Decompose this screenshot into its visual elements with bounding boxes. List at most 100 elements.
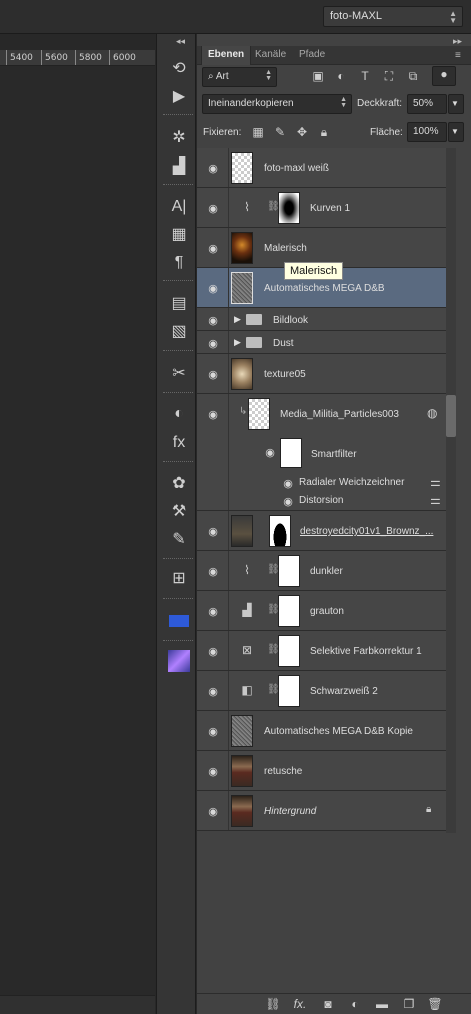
history-icon[interactable]: ⟲ [167, 58, 191, 80]
filter-blending-icon[interactable]: ⚌ [430, 493, 441, 507]
3d-icon[interactable]: ▦ [167, 224, 191, 246]
eye-icon[interactable]: ◉ [206, 282, 220, 295]
layer-row[interactable]: ◉ ◧ ⛓ Schwarzweiß 2 [197, 671, 456, 711]
lock-pixels-icon[interactable]: ✎ [272, 125, 288, 139]
group-name: Bildlook [273, 315, 309, 326]
lock-transparent-icon[interactable]: ▦ [250, 125, 266, 139]
text-note-icon[interactable]: ▧ [167, 321, 191, 343]
filter-smart-icon[interactable]: ⧉ [405, 69, 421, 84]
smart-filter-indicator-icon[interactable]: ◍ [427, 406, 437, 420]
add-mask-icon[interactable]: ◙ [319, 997, 337, 1011]
layer-row[interactable]: ◉ ⌇ ⛓ Kurven 1 [197, 188, 456, 228]
tool-presets-icon[interactable]: ✂ [167, 363, 191, 385]
eye-icon[interactable]: ◉ [206, 314, 220, 327]
lock-position-icon[interactable]: ✥ [294, 125, 310, 139]
filter-shape-icon[interactable]: ⛶ [381, 69, 397, 84]
opacity-input[interactable]: 50% [407, 94, 447, 114]
eye-icon[interactable]: ◉ [206, 525, 220, 538]
smart-object-row[interactable]: ◉ ↳ Media_Militia_Particles003 ◍ ◉ Smart… [197, 394, 456, 511]
navigator-icon[interactable]: ✲ [167, 127, 191, 149]
grid-icon[interactable]: ⊞ [167, 568, 191, 590]
layer-mask-thumbnail [278, 635, 300, 667]
filter-type-icon[interactable]: T [357, 69, 373, 83]
layer-row[interactable]: ◉ destroyedcity01v1_Brownz_... [197, 511, 456, 551]
new-layer-icon[interactable]: ❐ [400, 997, 418, 1011]
clone-source-icon[interactable]: ⚒ [167, 501, 191, 523]
eye-icon[interactable]: ◉ [206, 368, 220, 381]
filter-adjustment-icon[interactable]: ◐ [333, 69, 349, 83]
eye-icon[interactable]: ◉ [206, 242, 220, 255]
panel-menu-icon[interactable]: ≡ [455, 50, 461, 61]
layer-name: Malerisch [264, 243, 307, 254]
eye-icon[interactable]: ◉ [206, 337, 220, 350]
document-canvas[interactable] [0, 66, 155, 996]
new-group-icon[interactable]: ▬ [373, 997, 391, 1011]
eye-icon[interactable]: ◉ [206, 202, 220, 215]
tab-kanaele[interactable]: Kanäle [249, 46, 292, 65]
eye-icon[interactable]: ◉ [206, 565, 220, 578]
layer-row[interactable]: ◉ ⊠ ⛓ Selektive Farbkorrektur 1 [197, 631, 456, 671]
histogram-icon[interactable]: ▟ [167, 156, 191, 178]
eye-icon[interactable]: ◉ [281, 477, 295, 490]
paragraph-icon[interactable]: ¶ [167, 252, 191, 274]
layers-scrollbar[interactable] [446, 148, 456, 833]
layer-name: texture05 [264, 369, 306, 380]
swatch-icon[interactable] [167, 610, 191, 632]
notes-icon[interactable]: ▤ [167, 293, 191, 315]
brush-icon[interactable]: ✎ [167, 529, 191, 551]
layer-row[interactable]: ◉ texture05 [197, 354, 456, 394]
tab-pfade[interactable]: Pfade [293, 46, 331, 65]
eye-icon[interactable]: ◉ [206, 805, 220, 818]
styles-icon[interactable]: fx [167, 432, 191, 454]
tab-ebenen[interactable]: Ebenen [201, 46, 252, 65]
layer-row[interactable]: ◉ ⌇ ⛓ dunkler [197, 551, 456, 591]
delete-layer-icon[interactable]: 🗑︎ [426, 997, 444, 1011]
lock-all-icon[interactable]: 🔒︎ [316, 125, 332, 140]
layer-row[interactable]: ◉ Automatisches MEGA D&B Kopie [197, 711, 456, 751]
expand-triangle-icon[interactable]: ▶ [234, 337, 241, 348]
layer-thumbnail [231, 795, 253, 827]
play-action-icon[interactable]: ▶ [167, 86, 191, 108]
layer-row[interactable]: ◉ foto-maxl weiß [197, 148, 456, 188]
link-layers-icon[interactable]: ⛓ [264, 997, 282, 1011]
character-icon[interactable]: A| [167, 196, 191, 218]
blend-mode-select[interactable]: Ineinanderkopieren ▲ ▼ [202, 94, 352, 114]
layer-name: dunkler [310, 566, 343, 577]
eye-icon[interactable]: ◉ [206, 605, 220, 618]
eye-icon[interactable]: ◉ [281, 495, 295, 508]
filter-pixel-icon[interactable]: ▣ [310, 69, 326, 83]
eye-icon[interactable]: ◉ [206, 408, 220, 421]
layer-thumbnail [231, 272, 253, 304]
eye-icon[interactable]: ◉ [206, 725, 220, 738]
brush-presets-icon[interactable]: ✿ [167, 473, 191, 495]
layer-name: foto-maxl weiß [264, 163, 330, 174]
eye-icon[interactable]: ◉ [206, 162, 220, 175]
fill-input[interactable]: 100% [407, 122, 447, 142]
eye-icon[interactable]: ◉ [206, 765, 220, 778]
group-row[interactable]: ◉ ▶ Bildlook [197, 308, 456, 331]
collapse-strip-icon[interactable]: ◂◂ [176, 36, 185, 47]
eye-icon[interactable]: ◉ [263, 446, 277, 459]
curves-icon: ⌇ [244, 563, 250, 577]
workspace-select[interactable]: foto-MAXL ▲ ▼ [323, 6, 463, 27]
plugin-icon[interactable] [167, 650, 191, 672]
scrollbar-thumb[interactable] [446, 395, 456, 437]
filter-kind-select[interactable]: ⌕ Art ▲ ▼ [202, 67, 277, 87]
canvas-scrollbar[interactable] [0, 995, 155, 1014]
layer-thumbnail [231, 755, 253, 787]
opacity-dropdown-icon[interactable]: ▼ [448, 94, 464, 114]
filter-mask-thumbnail [280, 438, 302, 468]
background-layer-row[interactable]: ◉ Hintergrund 🔒︎ [197, 791, 456, 831]
eye-icon[interactable]: ◉ [206, 685, 220, 698]
adjustments-icon[interactable]: ◐ [167, 403, 191, 425]
layer-row[interactable]: ◉ ▟ ⛓ grauton [197, 591, 456, 631]
layer-row[interactable]: ◉ retusche [197, 751, 456, 791]
fill-dropdown-icon[interactable]: ▼ [448, 122, 464, 142]
group-row[interactable]: ◉ ▶ Dust [197, 331, 456, 354]
filter-blending-icon[interactable]: ⚌ [430, 475, 441, 489]
fx-icon[interactable]: fx. [291, 997, 309, 1011]
eye-icon[interactable]: ◉ [206, 645, 220, 658]
new-adjustment-icon[interactable]: ◐ [346, 997, 364, 1011]
filter-toggle-icon[interactable]: ● [432, 66, 456, 86]
expand-triangle-icon[interactable]: ▶ [234, 314, 241, 325]
